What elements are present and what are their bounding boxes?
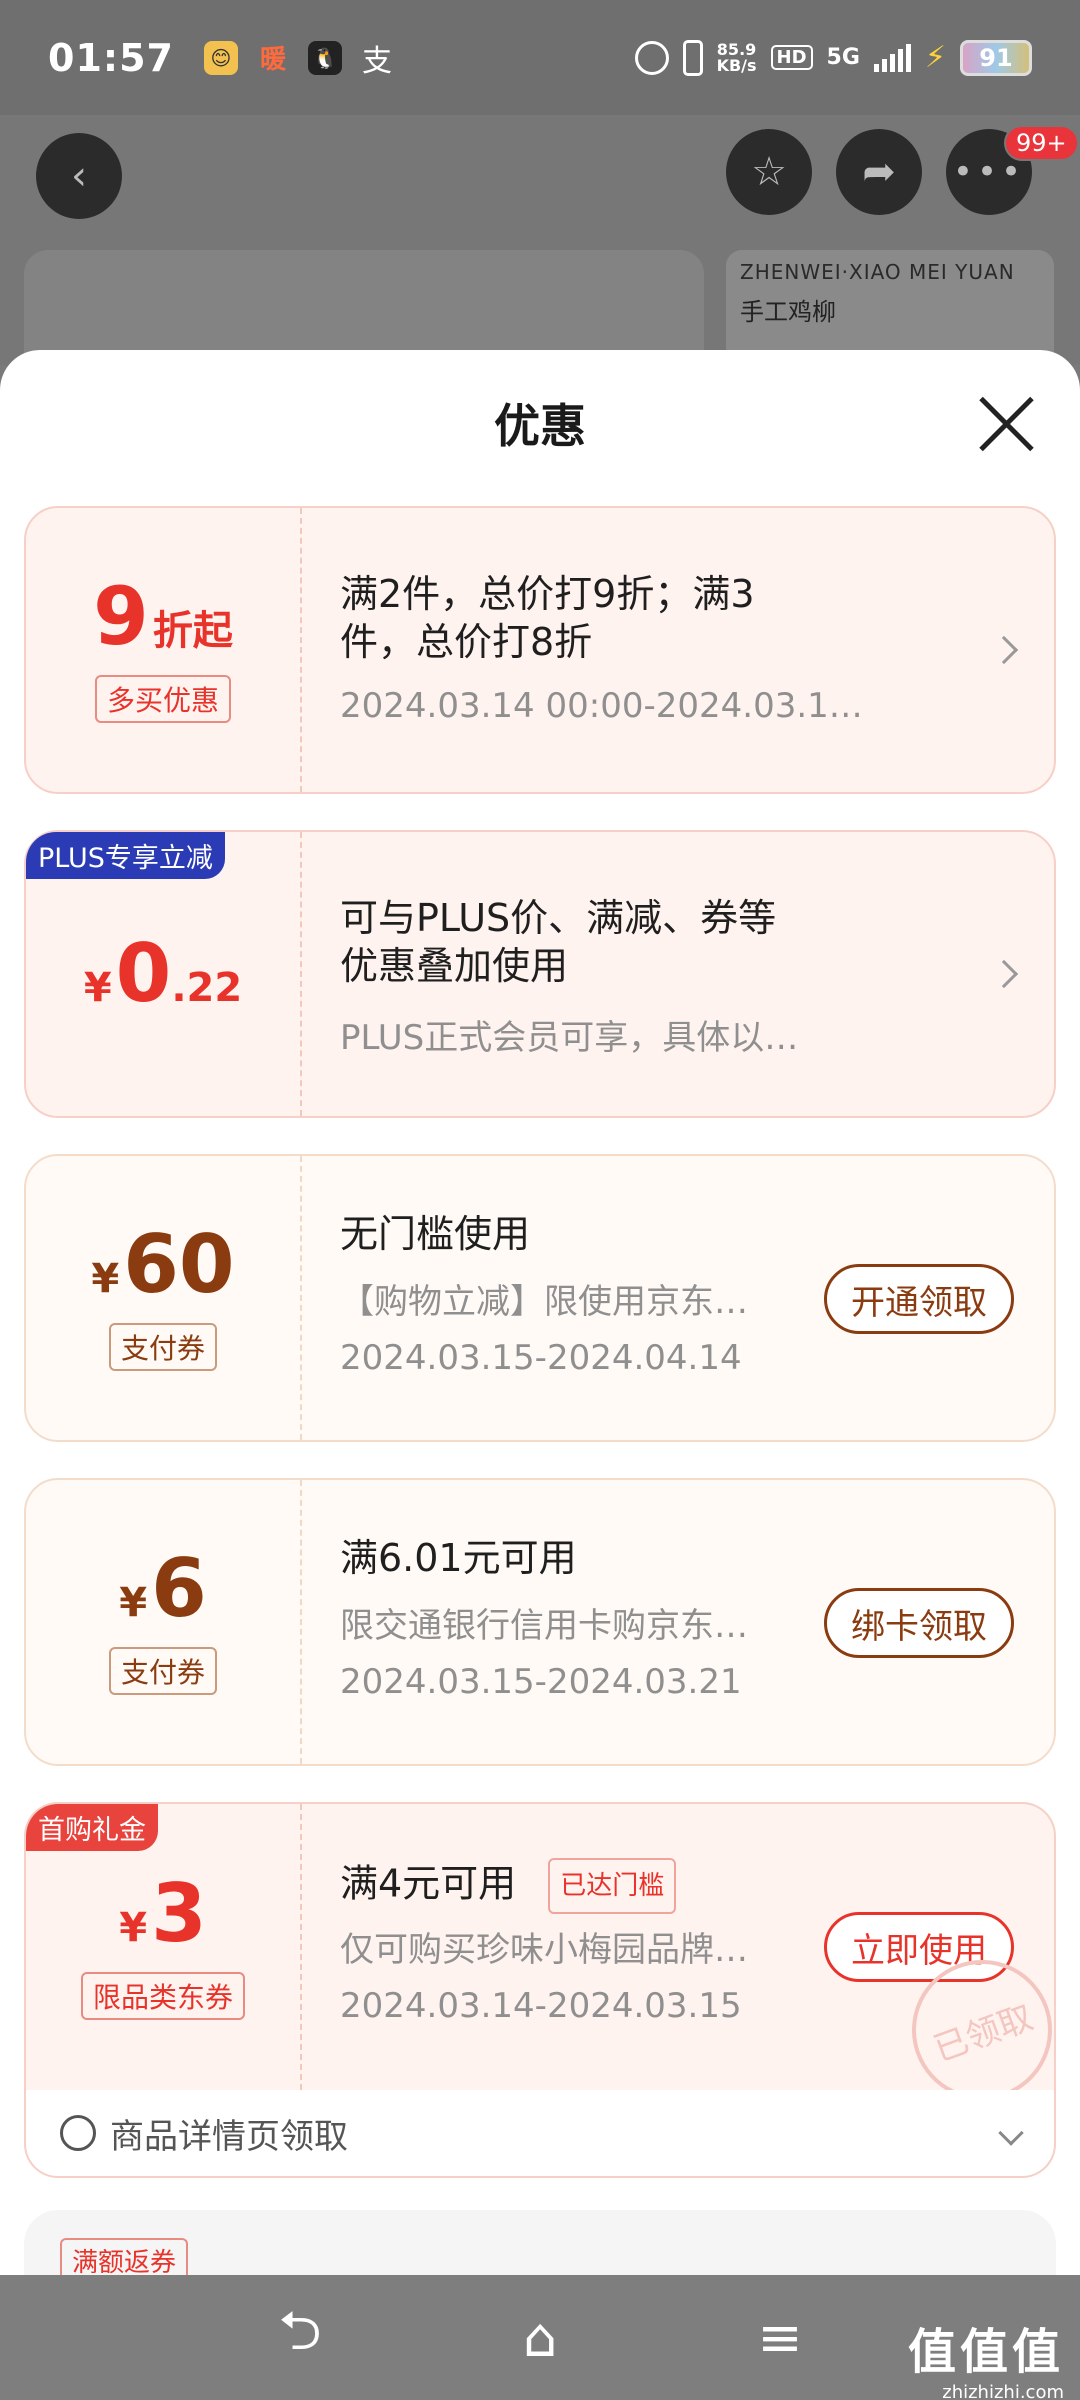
status-bar: 01:57 😊 暖 🐧 支 85.9 KB/s HD 5G ⚡ 91 (0, 0, 1080, 115)
signal-icon (873, 43, 911, 72)
offer-date: 2024.03.15-2024.03.21 (340, 1662, 742, 1702)
offer-card-bank-coupon: ¥ 6 支付券 满6.01元可用 限交通银行信用卡购京东… 2024.03.15… (24, 1478, 1056, 1766)
offer-title-line1: 可与PLUS价、满减、券等 (340, 896, 777, 940)
amount-decimal: .22 (171, 965, 243, 1011)
amount-unit: 折起 (152, 608, 233, 654)
offer-tag: 满额返券 (60, 2238, 189, 2275)
product-page-header: ‹ ☆ ➦ ••• 99+ ZHENWEI·XIAO MEI YUAN 手工鸡柳 (0, 115, 1080, 380)
offer-desc: 仅可购买珍味小梅园品牌… (340, 1930, 748, 1970)
share-button[interactable]: ➦ (836, 129, 922, 215)
offer-tag: 支付券 (108, 1647, 217, 1695)
offer-title-line1: 满2件，总价打9折；满3 (340, 572, 755, 616)
network-type: 5G (826, 45, 860, 70)
offer-right: 无门槛使用 【购物立减】限使用京东… 2024.03.15-2024.04.14… (340, 1156, 1014, 1440)
offer-desc: 限交通银行信用卡购京东… (340, 1606, 748, 1646)
offer-tag: 支付券 (108, 1323, 217, 1371)
star-icon: ☆ (751, 149, 787, 195)
watermark-logo-text: 值值值 (907, 2324, 1064, 2380)
back-nav-icon[interactable]: ⮌ (270, 2299, 330, 2364)
home-nav-icon[interactable]: ⌂ (510, 2306, 570, 2369)
detail-page-claim-bar[interactable]: 商品详情页领取 (24, 2090, 1056, 2178)
offer-right: 可与PLUS价、满减、券等 优惠叠加使用 PLUS正式会员可享，具体以… (340, 832, 1019, 1116)
offer-card-multi-buy[interactable]: 9 折起 多买优惠 满2件，总价打9折；满3 件，总价打8折 2024.03.1… (24, 506, 1056, 794)
promo-product-name: 手工鸡柳 (740, 298, 836, 326)
network-speed: 85.9 KB/s (716, 41, 757, 75)
offer-card-first-purchase: ¥ 3 限品类东券 首购礼金 满4元可用 已达门槛 仅可购买珍味小梅园品牌… 2… (24, 1802, 1056, 2090)
offer-right: 满6.01元可用 限交通银行信用卡购京东… 2024.03.15-2024.03… (340, 1480, 1014, 1764)
chevron-down-icon (998, 2120, 1024, 2146)
offer-amount: 9 折起 (93, 577, 233, 657)
offer-title: 无门槛使用 (340, 1212, 531, 1256)
offer-date: 2024.03.14 00:00-2024.03.1… (340, 686, 863, 726)
offer-left: ¥ 60 支付券 (26, 1156, 302, 1440)
amount-value: 3 (151, 1867, 207, 1960)
first-purchase-badge: 首购礼金 (26, 1804, 158, 1851)
chevron-right-icon (989, 635, 1019, 665)
message-badge: 99+ (1004, 125, 1079, 161)
qq-icon: 🐧 (307, 40, 342, 75)
offer-tag: 多买优惠 (94, 675, 231, 723)
offer-card-plus[interactable]: ¥ 0 .22 PLUS专享立减 可与PLUS价、满减、券等 优惠叠加使用 PL… (24, 830, 1056, 1118)
offer-left: 9 折起 多买优惠 (26, 508, 302, 792)
notification-app-icon: 暖 (259, 45, 286, 75)
offer-amount: ¥ 6 (119, 1549, 207, 1629)
offer-left: ¥ 6 支付券 (26, 1480, 302, 1764)
notification-app-icon: 😊 (203, 40, 238, 75)
promo-brand-en: ZHENWEI·XIAO MEI YUAN (740, 260, 1015, 284)
offer-title: 满6.01元可用 (340, 1536, 577, 1580)
alarm-icon (634, 40, 669, 75)
threshold-reached-tag: 已达门槛 (548, 1858, 677, 1914)
offer-date: 2024.03.14-2024.03.15 (340, 1986, 742, 2026)
chevron-left-icon: ‹ (71, 153, 87, 199)
status-right: 85.9 KB/s HD 5G ⚡ 91 (634, 39, 1032, 76)
share-icon: ➦ (862, 149, 896, 195)
offer-right: 满2件，总价打9折；满3 件，总价打8折 2024.03.14 00:00-20… (340, 508, 1019, 792)
network-speed-unit: KB/s (716, 55, 757, 75)
currency-symbol: ¥ (91, 1256, 120, 1302)
offer-title-line2: 优惠叠加使用 (340, 944, 569, 988)
offer-amount: ¥ 60 (91, 1225, 234, 1305)
activate-claim-button[interactable]: 开通领取 (824, 1264, 1014, 1334)
discount-sheet: 优惠 9 折起 多买优惠 满2件，总价打9折；满3 件，总价打8折 2024.0… (0, 350, 1080, 2275)
back-button[interactable]: ‹ (36, 133, 122, 219)
offer-right: 满4元可用 已达门槛 仅可购买珍味小梅园品牌… 2024.03.14-2024.… (340, 1804, 1014, 2090)
offer-title-row: 满4元可用 已达门槛 (340, 1858, 677, 1914)
currency-symbol: ¥ (83, 965, 112, 1011)
offer-card-payment-coupon: ¥ 60 支付券 无门槛使用 【购物立减】限使用京东… 2024.03.15-2… (24, 1154, 1056, 1442)
watermark: 值值值 zhizhizhi.com (908, 2312, 1064, 2400)
chevron-right-icon (989, 959, 1019, 989)
amount-value: 60 (123, 1218, 235, 1311)
coupon-icon (60, 2115, 96, 2151)
charging-icon: ⚡ (924, 40, 946, 75)
battery-icon: 91 (960, 39, 1032, 76)
favorite-button[interactable]: ☆ (726, 129, 812, 215)
detail-claim-text: 商品详情页领取 (110, 2116, 348, 2157)
status-time: 01:57 (48, 35, 174, 80)
sheet-title: 优惠 (494, 399, 586, 453)
offer-title: 满4元可用 (340, 1861, 517, 1906)
bind-card-claim-button[interactable]: 绑卡领取 (824, 1588, 1014, 1658)
amount-value: 9 (93, 570, 149, 663)
currency-symbol: ¥ (119, 1905, 148, 1951)
vibrate-icon (682, 39, 703, 76)
plus-corner-badge: PLUS专享立减 (26, 832, 225, 879)
offer-date: 2024.03.15-2024.04.14 (340, 1338, 742, 1378)
watermark-url: zhizhizhi.com (942, 2382, 1064, 2400)
menu-nav-icon[interactable]: ≡ (750, 2306, 810, 2369)
offer-amount: ¥ 0 .22 (84, 934, 242, 1014)
offer-title-line2: 件，总价打8折 (340, 620, 593, 664)
amount-value: 6 (151, 1542, 207, 1635)
hd-icon: HD (770, 45, 813, 70)
offer-desc: 【购物立减】限使用京东… (340, 1282, 748, 1322)
currency-symbol: ¥ (119, 1580, 148, 1626)
offer-tag: 限品类东券 (80, 1972, 245, 2020)
offer-amount: ¥ 3 (119, 1874, 207, 1954)
offer-card-partial: 满额返券 (24, 2210, 1056, 2275)
status-app-icons: 😊 暖 🐧 支 (203, 40, 394, 79)
offer-note: PLUS正式会员可享，具体以… (340, 1018, 799, 1058)
alipay-icon: 支 (361, 43, 392, 79)
amount-value: 0 (115, 927, 172, 1020)
close-button[interactable] (976, 394, 1036, 454)
